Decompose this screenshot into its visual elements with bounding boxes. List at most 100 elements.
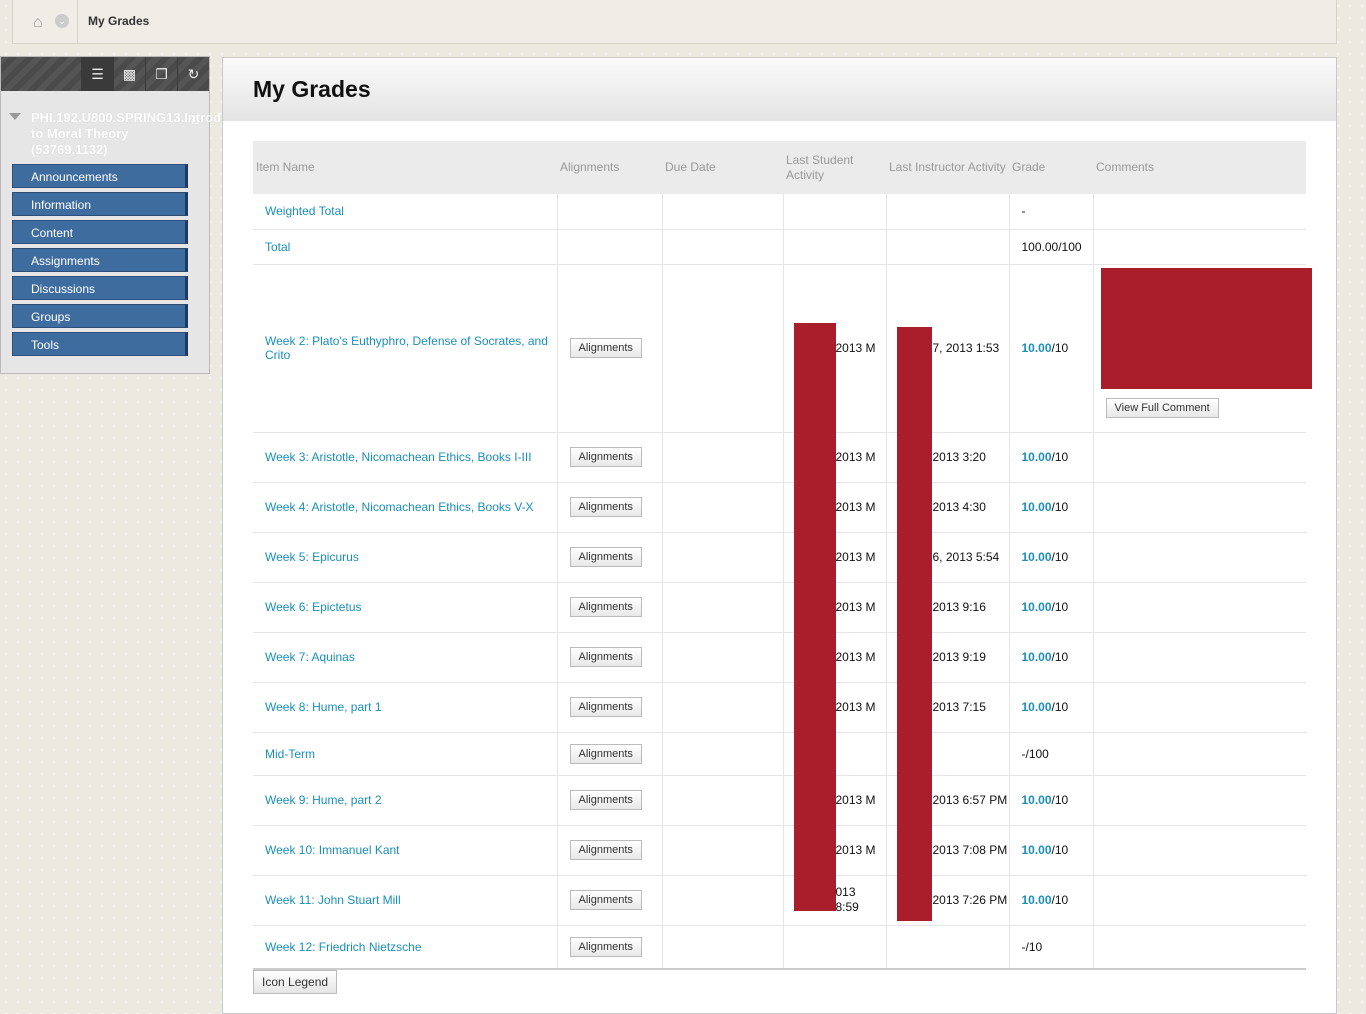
grade-possible: /10 — [1051, 341, 1069, 355]
item-link[interactable]: Week 5: Epicurus — [265, 550, 359, 564]
list-view-icon[interactable]: ☰ — [81, 57, 113, 91]
alignments-button[interactable]: Alignments — [569, 697, 642, 717]
chevron-down-icon[interactable]: ⌄ — [55, 14, 69, 28]
grade-value: 10.00 — [1021, 500, 1052, 514]
item-link[interactable]: Week 9: Hume, part 2 — [265, 793, 382, 807]
grade-possible: /10 — [1051, 450, 1069, 464]
table-row: Week 7: Aquinas Alignments 2013 M 2013 9:19… — [253, 632, 1306, 683]
redaction-block — [897, 327, 932, 921]
item-link[interactable]: Week 7: Aquinas — [265, 650, 355, 664]
due-date — [662, 925, 784, 969]
item-link[interactable]: Week 12: Friedrich Nietzsche — [265, 940, 422, 954]
alignments-button[interactable]: Alignments — [569, 447, 642, 467]
item-link[interactable]: Week 3: Aristotle, Nicomachean Ethics, B… — [265, 450, 532, 464]
table-row: Week 5: Epicurus Alignments 2013 M 6, 2013 … — [253, 532, 1306, 583]
table-row: Week 3: Aristotle, Nicomachean Ethics, B… — [253, 432, 1306, 483]
menu-item-announcements[interactable]: Announcements — [12, 164, 188, 188]
collapse-triangle-icon[interactable] — [9, 113, 21, 120]
item-link[interactable]: Mid-Term — [265, 747, 315, 761]
home-icon[interactable]: ⌂ — [33, 14, 49, 31]
grade-possible: /10 — [1051, 650, 1069, 664]
top-bar: ⌂ ⌄ My Grades — [12, 0, 1337, 44]
grade-value: 10.00 — [1021, 550, 1052, 564]
alignments-button[interactable]: Alignments — [569, 790, 642, 810]
divider — [77, 0, 78, 44]
item-link[interactable]: Week 10: Immanuel Kant — [265, 843, 400, 857]
alignments-button[interactable]: Alignments — [569, 743, 642, 764]
alignments-button[interactable]: Alignments — [569, 597, 642, 617]
column-header[interactable]: Item Name — [253, 141, 557, 194]
grade-possible: /10 — [1051, 843, 1069, 857]
grade-possible: /10 — [1051, 793, 1069, 807]
alignments-button[interactable]: Alignments — [569, 936, 642, 957]
due-date — [662, 632, 784, 683]
last-instructor-activity: 6, 2013 5:54 — [932, 550, 1000, 564]
item-link[interactable]: Week 6: Epictetus — [265, 600, 362, 614]
menu-item-content[interactable]: Content — [12, 220, 188, 244]
due-date — [662, 682, 784, 733]
grade-possible: /10 — [1051, 500, 1069, 514]
alignments-button[interactable]: Alignments — [569, 840, 642, 860]
alignments-button[interactable]: Alignments — [569, 338, 642, 358]
grade-possible: /10 — [1051, 700, 1069, 714]
folder-icon[interactable]: ▩ — [113, 57, 145, 91]
last-instructor-activity: 7, 2013 1:53 — [932, 341, 1000, 355]
page-title: My Grades — [253, 76, 371, 102]
course-title[interactable]: PHI.192.U800.SPRING13.Introduction to Mo… — [31, 110, 260, 158]
item-link[interactable]: Week 2: Plato's Euthyphro, Defense of So… — [265, 334, 548, 362]
column-header[interactable]: Alignments — [557, 141, 662, 194]
due-date — [662, 875, 784, 926]
grade-possible: /10 — [1051, 600, 1069, 614]
table-row: Week 10: Immanuel Kant Alignments 2013 M 20… — [253, 825, 1306, 876]
menu-item-information[interactable]: Information — [12, 192, 188, 216]
column-header[interactable]: Comments — [1093, 141, 1306, 194]
grade-possible: /10 — [1051, 550, 1069, 564]
menu-item-tools[interactable]: Tools — [12, 332, 188, 356]
menu-item-discussions[interactable]: Discussions — [12, 276, 188, 300]
view-full-comment-button[interactable]: View Full Comment — [1105, 398, 1219, 418]
last-student-activity: 2013 M — [835, 549, 876, 564]
last-instructor-activity: 2013 7:08 PM — [932, 843, 1008, 857]
course-home-icon[interactable]: ⌂ — [191, 111, 199, 127]
table-row: Total 100.00/100 — [253, 229, 1306, 265]
last-instructor-activity: 2013 6:57 PM — [932, 793, 1008, 807]
table-row: Week 9: Hume, part 2 Alignments 2013 M 2013… — [253, 775, 1306, 826]
menu-item-assignments[interactable]: Assignments — [12, 248, 188, 272]
last-instructor-activity: 2013 4:30 — [932, 500, 986, 514]
last-student-activity: 2013 M — [835, 699, 876, 714]
due-date — [662, 532, 784, 583]
table-row: Week 6: Epictetus Alignments 2013 M 2013 9:… — [253, 582, 1306, 633]
grade-possible: -/100 — [1021, 746, 1049, 761]
grade-value: 10.00 — [1021, 450, 1052, 464]
item-link[interactable]: Weighted Total — [265, 204, 344, 218]
column-header[interactable]: Grade — [1009, 141, 1093, 194]
window-icon[interactable]: ❐ — [145, 57, 177, 91]
item-link[interactable]: Week 11: John Stuart Mill — [265, 893, 401, 907]
grade-value: 10.00 — [1021, 893, 1052, 907]
table-row: Week 8: Hume, part 1 Alignments 2013 M 2013… — [253, 682, 1306, 733]
item-link[interactable]: Total — [265, 240, 290, 254]
table-row: Mid-Term Alignments -/100 — [253, 732, 1306, 776]
table-row: Week 11: John Stuart Mill Alignments 013 8… — [253, 875, 1306, 926]
refresh-icon[interactable]: ↻ — [177, 57, 209, 91]
menu-item-groups[interactable]: Groups — [12, 304, 188, 328]
last-instructor-activity: 2013 9:16 — [932, 600, 986, 614]
item-link[interactable]: Week 8: Hume, part 1 — [265, 700, 382, 714]
last-student-activity: 2013 M — [835, 599, 876, 614]
main-content: My Grades Item Name Alignments Due Date Las… — [222, 57, 1337, 1014]
item-link[interactable]: Week 4: Aristotle, Nicomachean Ethics, B… — [265, 500, 534, 514]
alignments-button[interactable]: Alignments — [569, 547, 642, 567]
column-header[interactable]: Last Instructor Activity — [886, 141, 1009, 194]
icon-legend-button[interactable]: Icon Legend — [253, 970, 338, 994]
column-header[interactable]: Due Date — [662, 141, 783, 194]
alignments-button[interactable]: Alignments — [569, 647, 642, 667]
grade-value: 10.00 — [1021, 600, 1052, 614]
alignments-button[interactable]: Alignments — [569, 497, 642, 517]
grade-value: 10.00 — [1021, 700, 1052, 714]
last-student-activity: 2013 M — [835, 649, 876, 664]
alignments-button[interactable]: Alignments — [569, 890, 642, 910]
table-row: Week 12: Friedrich Nietzsche Alignments -/… — [253, 925, 1306, 969]
column-header[interactable]: Last Student Activity — [783, 141, 886, 194]
due-date — [662, 482, 784, 533]
grade-possible: - — [1021, 204, 1026, 219]
